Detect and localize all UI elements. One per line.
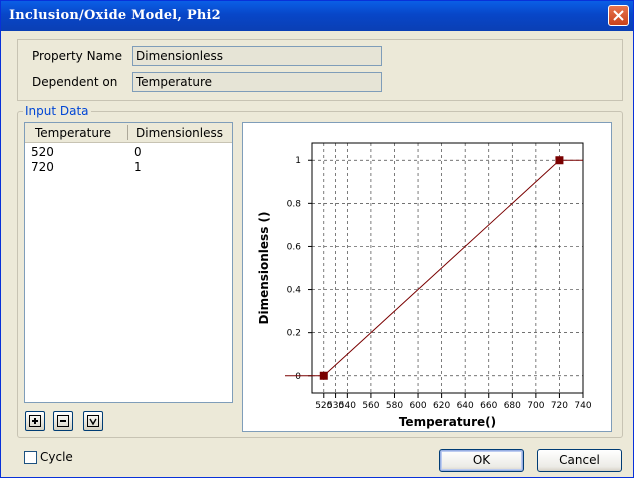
column-divider[interactable]	[127, 125, 128, 140]
close-icon	[613, 10, 624, 21]
cell-dimensionless: 0	[134, 145, 142, 159]
input-data-label: Input Data	[23, 104, 91, 118]
table-header: Temperature Dimensionless	[25, 123, 232, 143]
y-tick-label: 0	[295, 372, 301, 382]
property-name-label: Property Name	[32, 49, 122, 63]
minus-icon	[57, 415, 69, 427]
x-tick-label: 560	[362, 401, 379, 411]
dependent-on-label: Dependent on	[32, 75, 118, 89]
table-row[interactable]: 520 0	[25, 145, 232, 160]
property-name-field[interactable]: Dimensionless	[132, 46, 382, 66]
x-tick-label: 660	[480, 401, 497, 411]
title-bar[interactable]: Inclusion/Oxide Model, Phi2	[1, 1, 633, 31]
y-tick-label: 0.2	[287, 329, 301, 339]
x-tick-label: 540	[339, 401, 356, 411]
x-tick-label: 580	[386, 401, 403, 411]
y-tick-label: 1	[295, 156, 301, 166]
y-tick-label: 0.8	[287, 199, 302, 209]
window-title: Inclusion/Oxide Model, Phi2	[9, 8, 221, 23]
column-header-dimensionless[interactable]: Dimensionless	[136, 126, 223, 140]
x-tick-label: 700	[527, 401, 544, 411]
dependent-on-field[interactable]: Temperature	[132, 72, 382, 92]
plot-area	[312, 143, 583, 393]
cycle-checkbox[interactable]	[24, 451, 37, 464]
table-row[interactable]: 720 1	[25, 160, 232, 175]
dialog-window: Inclusion/Oxide Model, Phi2 Property Nam…	[0, 0, 634, 478]
column-header-temperature[interactable]: Temperature	[35, 126, 111, 140]
chart-panel: 520 530 540 560 580 600 620 640 660 680 700 720 740 0…	[242, 122, 612, 432]
cell-temperature: 520	[31, 145, 54, 159]
cell-temperature: 720	[31, 160, 54, 174]
y-tick-label: 0.6	[287, 242, 302, 252]
data-point[interactable]	[555, 156, 564, 165]
remove-row-button[interactable]	[53, 411, 73, 431]
ok-button[interactable]: OK	[439, 449, 524, 472]
more-options-button[interactable]	[83, 411, 103, 431]
y-tick-label: 0.4	[287, 286, 302, 296]
x-tick-label: 720	[551, 401, 568, 411]
line-chart[interactable]: 520530540 560 580 600 620 640 660 680 700 720 7400…	[243, 123, 611, 431]
x-tick-label: 600	[409, 401, 426, 411]
x-tick-label: 640	[457, 401, 474, 411]
add-row-button[interactable]	[25, 411, 45, 431]
x-axis-label: Temperature()	[399, 415, 496, 429]
x-tick-label: 680	[504, 401, 521, 411]
data-table[interactable]: Temperature Dimensionless 520 0 720 1	[24, 122, 233, 403]
cycle-label: Cycle	[40, 450, 73, 464]
x-tick-label: 620	[433, 401, 450, 411]
x-tick-label: 740	[574, 401, 591, 411]
data-point[interactable]	[319, 371, 328, 380]
y-axis-label: Dimensionless ()	[257, 212, 271, 325]
plus-icon	[29, 415, 41, 427]
cell-dimensionless: 1	[134, 160, 142, 174]
close-button[interactable]	[608, 5, 629, 26]
chevron-down-icon	[87, 415, 99, 427]
cancel-button[interactable]: Cancel	[537, 449, 622, 472]
